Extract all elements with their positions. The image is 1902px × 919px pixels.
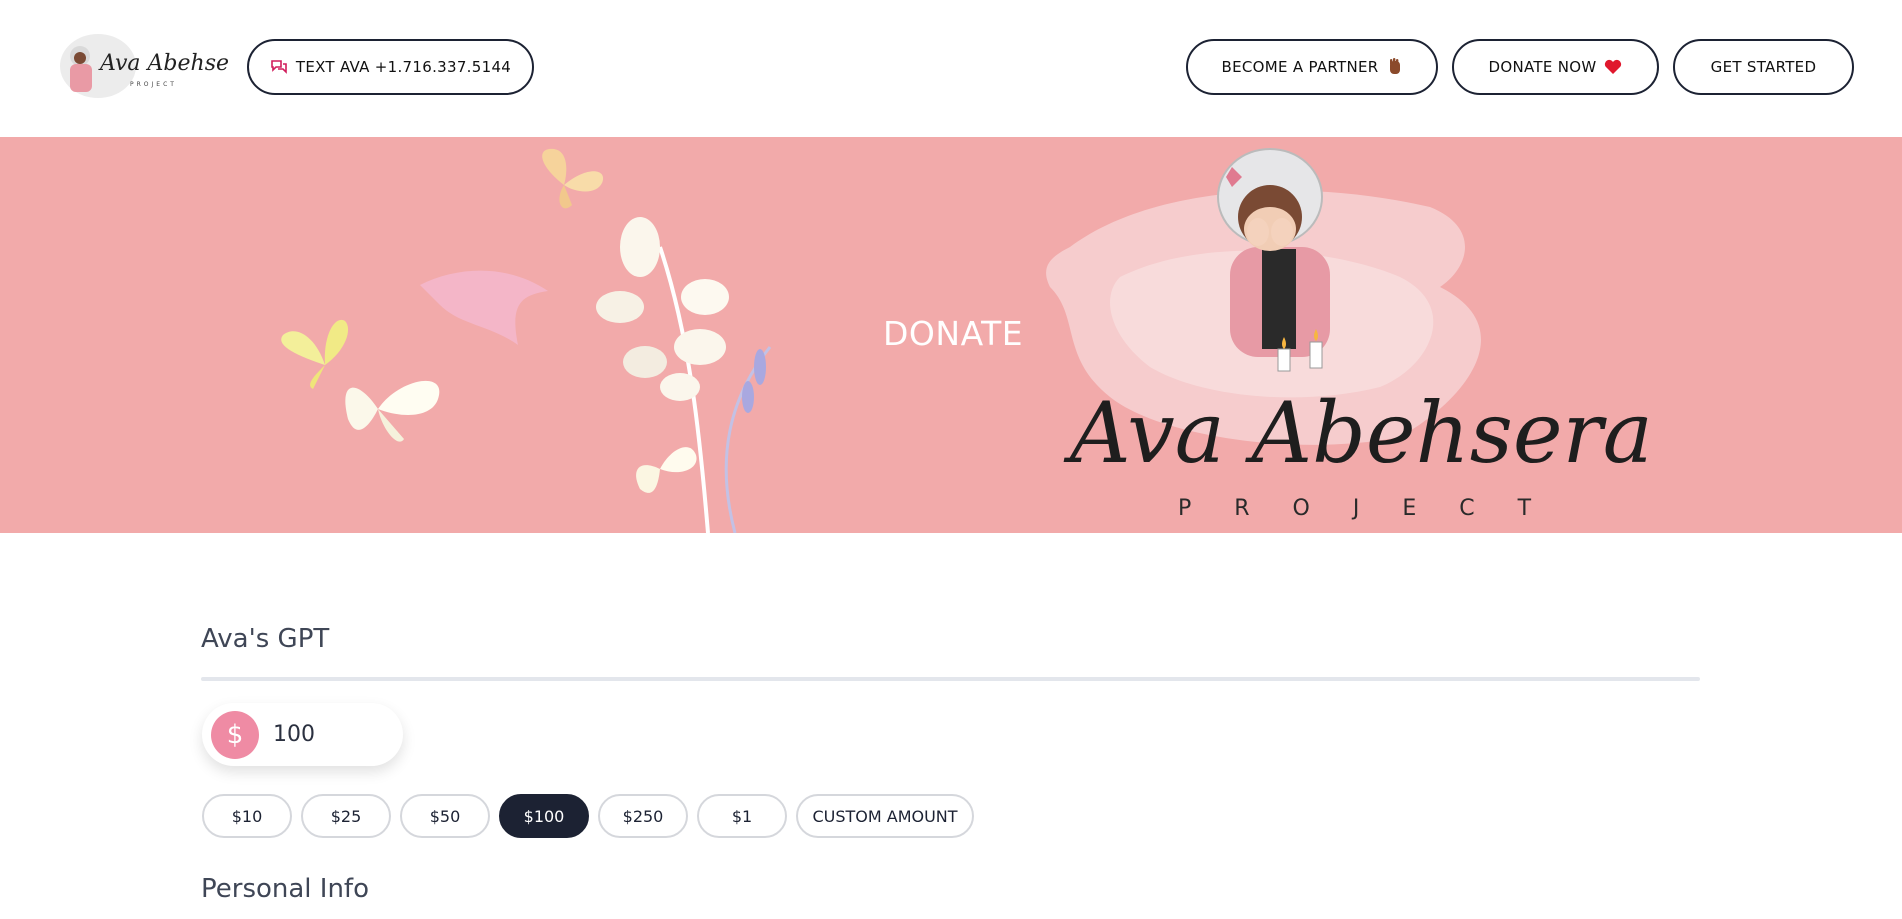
text-ava-button[interactable]: TEXT AVA +1.716.337.5144 xyxy=(247,39,534,95)
butterfly-icon xyxy=(636,447,697,493)
butterfly-icon xyxy=(345,380,440,442)
page-title: DONATE xyxy=(883,314,1024,353)
heart-icon xyxy=(1604,59,1622,75)
site-header: Ava Abehsera PROJECT TEXT AVA +1.716.337… xyxy=(0,0,1902,137)
chat-icon xyxy=(270,58,288,76)
logo-subtext: PROJECT xyxy=(130,81,177,88)
logo-script-text: Ava Abehsera xyxy=(98,51,228,76)
hero-banner: Ava Abehsera P R O J E C T DONATE xyxy=(0,137,1902,533)
donate-now-label: DONATE NOW xyxy=(1488,58,1597,76)
amount-option-250[interactable]: $250 xyxy=(598,794,688,838)
amount-option-50[interactable]: $50 xyxy=(400,794,490,838)
amount-value[interactable]: 100 xyxy=(273,722,315,747)
become-partner-label: BECOME A PARTNER xyxy=(1221,58,1379,76)
hand-icon xyxy=(1387,58,1403,76)
banner-logo-sub: P R O J E C T xyxy=(1178,496,1549,521)
butterfly-icon xyxy=(542,148,604,209)
character-illustration xyxy=(1217,148,1330,372)
dollar-icon: $ xyxy=(211,710,259,759)
amount-option-custom[interactable]: CUSTOM AMOUNT xyxy=(796,794,974,838)
amount-option-25[interactable]: $25 xyxy=(301,794,391,838)
banner-logo-script: Ava Abehsera xyxy=(1063,384,1653,482)
become-partner-button[interactable]: BECOME A PARTNER xyxy=(1186,39,1438,95)
get-started-button[interactable]: GET STARTED xyxy=(1673,39,1854,95)
plant-icon xyxy=(596,217,772,533)
site-logo[interactable]: Ava Abehsera PROJECT xyxy=(58,28,253,104)
amount-option-1[interactable]: $1 xyxy=(697,794,787,838)
amount-input[interactable]: $ 100 xyxy=(202,703,403,766)
text-ava-label: TEXT AVA +1.716.337.5144 xyxy=(295,58,512,76)
get-started-label: GET STARTED xyxy=(1710,58,1817,76)
donate-now-button[interactable]: DONATE NOW xyxy=(1452,39,1659,95)
amount-option-10[interactable]: $10 xyxy=(202,794,292,838)
section-divider xyxy=(201,677,1700,681)
butterfly-icon xyxy=(281,319,349,389)
form-section-title: Ava's GPT xyxy=(201,624,330,654)
bird-icon xyxy=(420,270,548,345)
personal-info-title: Personal Info xyxy=(201,874,369,904)
amount-option-100[interactable]: $100 xyxy=(499,794,589,838)
logo-image: Ava Abehsera PROJECT xyxy=(60,34,253,98)
